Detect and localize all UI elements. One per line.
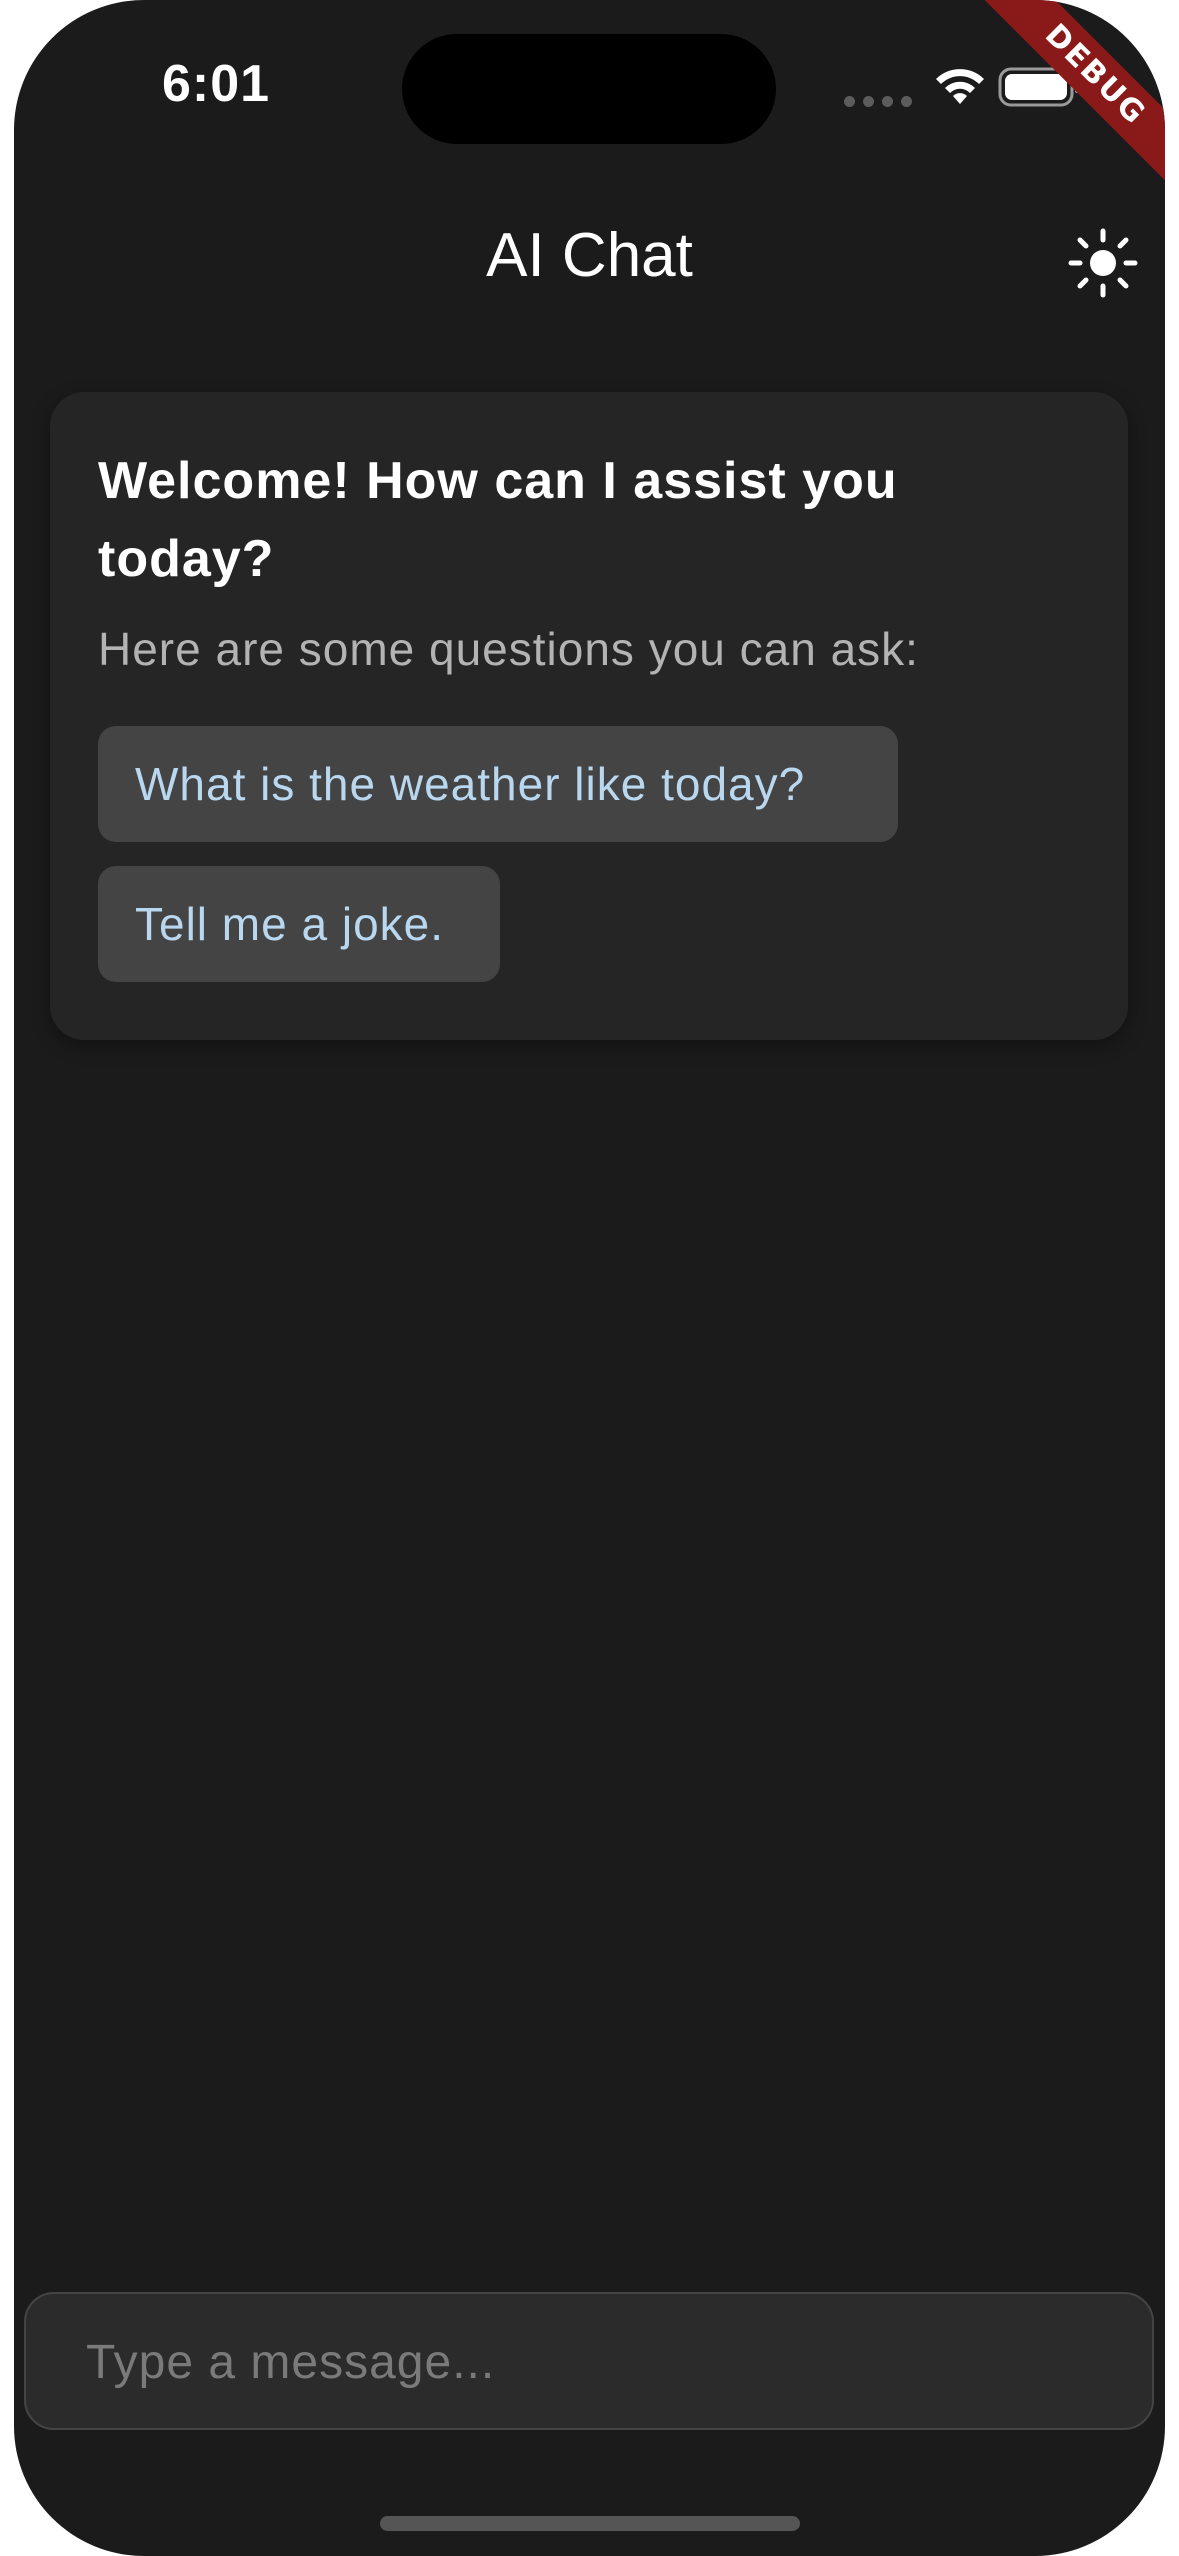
welcome-card: Welcome! How can I assist you today? Her… xyxy=(50,392,1128,1040)
sun-icon[interactable] xyxy=(1068,228,1138,298)
app-bar: AI Chat xyxy=(14,190,1165,330)
signal-dots-icon xyxy=(844,96,914,107)
status-time: 6:01 xyxy=(162,55,271,113)
suggestion-joke[interactable]: Tell me a joke. xyxy=(98,866,500,982)
dynamic-island xyxy=(402,34,776,144)
app-title: AI Chat xyxy=(486,221,693,290)
message-composer xyxy=(24,2292,1154,2430)
status-bar: 6:01 xyxy=(14,0,1165,160)
home-indicator[interactable] xyxy=(380,2516,800,2531)
message-input[interactable] xyxy=(84,2294,1128,2430)
welcome-subtitle: Here are some questions you can ask: xyxy=(98,623,919,675)
phone-screen: 6:01 DEBUG AI Chat Welcome! How can I as… xyxy=(14,0,1165,2556)
suggestion-weather[interactable]: What is the weather like today? xyxy=(98,726,898,842)
wifi-icon xyxy=(936,69,984,104)
welcome-title: Welcome! How can I assist you today? xyxy=(98,452,898,588)
